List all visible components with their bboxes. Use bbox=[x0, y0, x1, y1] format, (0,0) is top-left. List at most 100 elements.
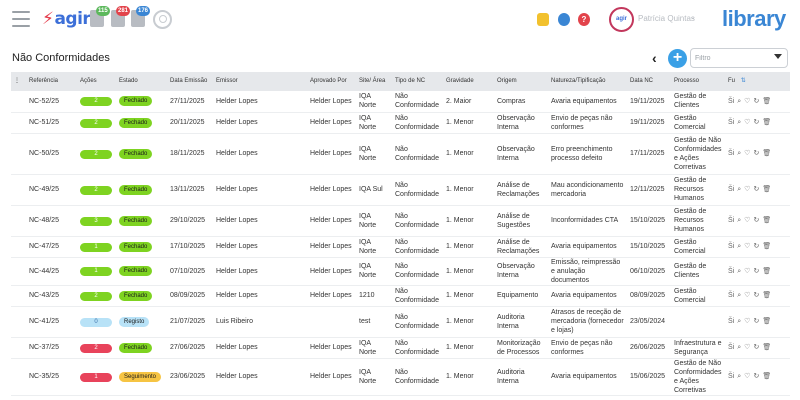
table-row[interactable]: NC-47/25 1 Fechado 17/10/2025 Helder Lopes He… bbox=[11, 236, 790, 257]
search-icon[interactable]: ⌕ bbox=[737, 373, 741, 380]
trash-icon[interactable]: 🗑 bbox=[762, 98, 771, 105]
search-icon[interactable]: ⌕ bbox=[737, 318, 741, 325]
refresh-icon[interactable]: ↻ bbox=[753, 217, 759, 224]
search-icon[interactable]: ⌕ bbox=[737, 98, 741, 105]
col-nc-date[interactable]: Data NC bbox=[627, 72, 671, 91]
actions-count-badge[interactable]: 1 bbox=[80, 242, 112, 252]
trash-icon[interactable]: 🗑 bbox=[762, 292, 771, 299]
cell-nature: Envio de peças não conformes bbox=[551, 339, 613, 356]
caret-down-icon[interactable] bbox=[774, 54, 782, 59]
cell-emission-date: 18/11/2025 bbox=[170, 150, 205, 157]
actions-count-badge[interactable]: 2 bbox=[80, 343, 112, 353]
col-approved-by[interactable]: Aprovado Por bbox=[307, 72, 356, 91]
cell-process: Gestão de Recursos Humanos bbox=[674, 177, 707, 202]
refresh-icon[interactable]: ↻ bbox=[753, 119, 759, 126]
col-site[interactable]: Site/ Área bbox=[356, 72, 392, 91]
col-ref[interactable]: Referência bbox=[26, 72, 77, 91]
col-emitter[interactable]: Emissor bbox=[213, 72, 307, 91]
trash-icon[interactable]: 🗑 bbox=[762, 373, 771, 380]
table-row[interactable]: NC-51/25 2 Fechado 20/11/2025 Helder Lopes He… bbox=[11, 112, 790, 133]
chevron-left-icon[interactable]: ‹ bbox=[652, 50, 657, 66]
user-name[interactable]: Patrícia Quintas bbox=[638, 14, 695, 23]
table-row[interactable]: NC-49/25 2 Fechado 13/11/2025 Helder Lopes He… bbox=[11, 174, 790, 205]
heart-icon[interactable]: ♡ bbox=[744, 318, 750, 325]
actions-count-badge[interactable]: 0 bbox=[80, 317, 112, 327]
refresh-icon[interactable]: ↻ bbox=[753, 318, 759, 325]
table-row[interactable]: NC-37/25 2 Fechado 27/06/2025 Helder Lopes He… bbox=[11, 337, 790, 358]
table-row[interactable]: NC-41/25 0 Registo 21/07/2025 Luis Ribeiro te… bbox=[11, 306, 790, 337]
heart-icon[interactable]: ♡ bbox=[744, 243, 750, 250]
col-emission-date[interactable]: Data Emissão bbox=[167, 72, 213, 91]
refresh-icon[interactable]: ↻ bbox=[753, 344, 759, 351]
add-button[interactable]: + bbox=[668, 49, 687, 68]
trash-icon[interactable]: 🗑 bbox=[762, 150, 771, 157]
actions-count-badge[interactable]: 2 bbox=[80, 97, 112, 107]
col-fu[interactable]: Fu ⇅ bbox=[725, 72, 790, 91]
heart-icon[interactable]: ♡ bbox=[744, 119, 750, 126]
filter-select[interactable] bbox=[690, 48, 788, 68]
column-menu-icon[interactable]: ⋮ bbox=[11, 72, 26, 91]
actions-count-badge[interactable]: 3 bbox=[80, 216, 112, 226]
cell-nature: Mau acondicionamento mercadoria bbox=[551, 181, 624, 198]
col-actions[interactable]: Ações bbox=[77, 72, 116, 91]
table-row[interactable]: NC-50/25 2 Fechado 18/11/2025 Helder Lopes He… bbox=[11, 133, 790, 174]
trash-icon[interactable]: 🗑 bbox=[762, 268, 771, 275]
search-icon[interactable]: ⌕ bbox=[737, 243, 741, 250]
col-process[interactable]: Processo bbox=[671, 72, 725, 91]
heart-icon[interactable]: ♡ bbox=[744, 98, 750, 105]
heart-icon[interactable]: ♡ bbox=[744, 150, 750, 157]
actions-count-badge[interactable]: 2 bbox=[80, 185, 112, 195]
actions-count-badge[interactable]: 1 bbox=[80, 372, 112, 382]
refresh-icon[interactable]: ↻ bbox=[753, 98, 759, 105]
trash-icon[interactable]: 🗑 bbox=[762, 119, 771, 126]
table-row[interactable]: NC-44/25 1 Fechado 07/10/2025 Helder Lopes He… bbox=[11, 257, 790, 285]
col-state[interactable]: Estado bbox=[116, 72, 167, 91]
refresh-icon[interactable]: ↻ bbox=[753, 150, 759, 157]
actions-count-badge[interactable]: 1 bbox=[80, 267, 112, 276]
col-severity[interactable]: Gravidade bbox=[443, 72, 494, 91]
search-icon[interactable]: ⌕ bbox=[737, 268, 741, 275]
table-row[interactable]: NC-43/25 2 Fechado 08/09/2025 Helder Lopes He… bbox=[11, 285, 790, 306]
table-row[interactable]: NC-52/25 2 Fechado 27/11/2025 Helder Lopes He… bbox=[11, 91, 790, 112]
actions-count-badge[interactable]: 2 bbox=[80, 149, 112, 159]
refresh-icon[interactable]: ↻ bbox=[753, 268, 759, 275]
actions-count-badge[interactable]: 2 bbox=[80, 291, 112, 301]
search-icon[interactable]: ⌕ bbox=[737, 186, 741, 193]
refresh-icon[interactable]: ↻ bbox=[753, 186, 759, 193]
refresh-icon[interactable]: ↻ bbox=[753, 292, 759, 299]
trash-icon[interactable]: 🗑 bbox=[762, 217, 771, 224]
search-icon[interactable] bbox=[153, 10, 172, 29]
menu-icon[interactable] bbox=[12, 11, 30, 27]
app-logo[interactable]: ⚡agir bbox=[42, 9, 91, 29]
search-icon[interactable]: ⌕ bbox=[737, 344, 741, 351]
col-nature[interactable]: Natureza/Tipificação bbox=[548, 72, 627, 91]
heart-icon[interactable]: ♡ bbox=[744, 292, 750, 299]
heart-icon[interactable]: ♡ bbox=[744, 268, 750, 275]
col-origin[interactable]: Origem bbox=[494, 72, 548, 91]
heart-icon[interactable]: ♡ bbox=[744, 373, 750, 380]
filter-input[interactable] bbox=[695, 51, 771, 65]
search-icon[interactable]: ⌕ bbox=[737, 217, 741, 224]
refresh-icon[interactable]: ↻ bbox=[753, 373, 759, 380]
refresh-icon[interactable]: ↻ bbox=[753, 243, 759, 250]
heart-icon[interactable]: ♡ bbox=[744, 186, 750, 193]
search-icon[interactable]: ⌕ bbox=[737, 292, 741, 299]
chevron-down-icon[interactable]: ⌄ bbox=[690, 13, 696, 21]
notes-icon[interactable] bbox=[537, 13, 549, 26]
search-icon[interactable]: ⌕ bbox=[737, 150, 741, 157]
help-icon[interactable]: ? bbox=[578, 13, 590, 26]
heart-icon[interactable]: ♡ bbox=[744, 344, 750, 351]
trash-icon[interactable]: 🗑 bbox=[762, 344, 771, 351]
avatar[interactable]: agir bbox=[609, 7, 634, 32]
search-icon[interactable]: ⌕ bbox=[737, 119, 741, 126]
table-row[interactable]: NC-35/25 1 Seguimento 23/06/2025 Helder Lope… bbox=[11, 358, 790, 395]
trash-icon[interactable]: 🗑 bbox=[762, 318, 771, 325]
actions-count-badge[interactable]: 2 bbox=[80, 118, 112, 128]
sort-icon[interactable]: ⇅ bbox=[741, 78, 746, 84]
trash-icon[interactable]: 🗑 bbox=[762, 186, 771, 193]
table-row[interactable]: NC-48/25 3 Fechado 29/10/2025 Helder Lopes He… bbox=[11, 205, 790, 236]
heart-icon[interactable]: ♡ bbox=[744, 217, 750, 224]
trash-icon[interactable]: 🗑 bbox=[762, 243, 771, 250]
gear-icon[interactable] bbox=[558, 13, 570, 26]
col-type[interactable]: Tipo de NC bbox=[392, 72, 443, 91]
